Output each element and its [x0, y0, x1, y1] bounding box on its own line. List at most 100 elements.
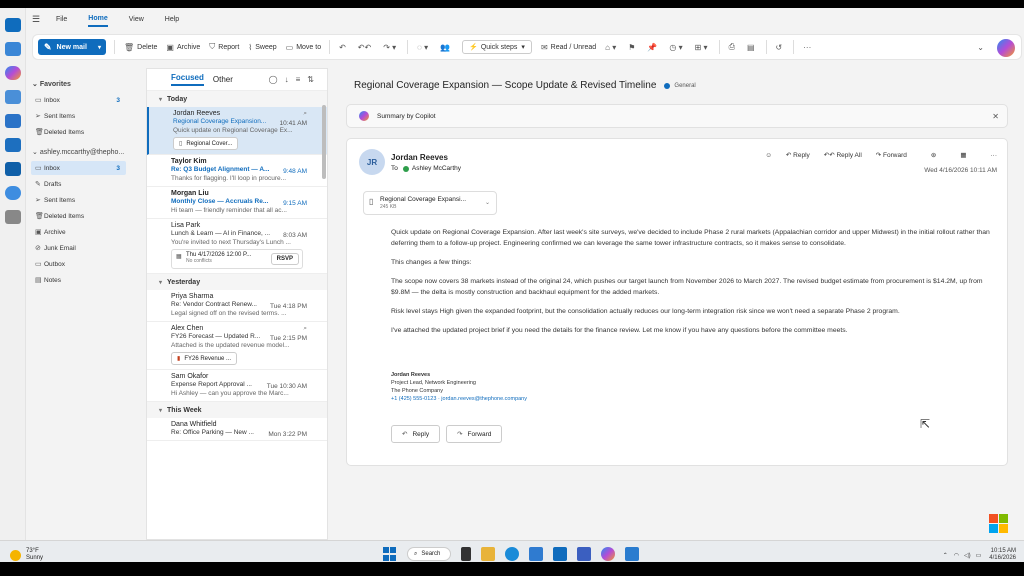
- word-app-icon[interactable]: [5, 138, 21, 152]
- list-item[interactable]: Sam Okafor Expense Report Approval ... T…: [147, 370, 327, 402]
- menu-help[interactable]: Help: [165, 13, 179, 26]
- task-view-icon[interactable]: [461, 547, 471, 561]
- teams-app-icon[interactable]: [5, 162, 21, 176]
- ribbon-collapse-button[interactable]: ⌄: [977, 43, 987, 52]
- list-item[interactable]: Lisa Park Lunch & Learn — AI in Finance,…: [147, 219, 327, 274]
- meeting-button[interactable]: 👥: [440, 43, 453, 52]
- bottom-reply-button[interactable]: ↶ Reply: [391, 425, 441, 443]
- list-tools[interactable]: ◯↓≡⇅: [269, 75, 321, 84]
- reply-all-button[interactable]: ↶↶: [358, 43, 374, 52]
- tag-button[interactable]: ⌂ ▾: [605, 43, 619, 52]
- copilot-summary-bar[interactable]: Summary by Copilot ✕: [346, 104, 1008, 128]
- mail-app-icon[interactable]: [5, 18, 21, 32]
- account-header[interactable]: ⌄ ashley.mccarthy@thepho...: [32, 148, 124, 156]
- speaker-icon[interactable]: ◁): [964, 552, 971, 559]
- menu-view[interactable]: View: [129, 13, 144, 26]
- power-automate-icon[interactable]: [577, 547, 591, 561]
- move-to-button[interactable]: ▭ Move to: [286, 43, 321, 52]
- avatar[interactable]: JR: [359, 149, 385, 175]
- menu-file[interactable]: File: [56, 13, 67, 26]
- forward-button[interactable]: ↷ ▾: [383, 43, 399, 52]
- outlook-taskbar-icon[interactable]: [553, 547, 567, 561]
- bottom-forward-button[interactable]: ↷ Forward: [446, 425, 503, 443]
- fav-deleted-items[interactable]: 🗑 Deleted Items: [31, 125, 126, 139]
- group-header-today[interactable]: ▾ Today: [147, 91, 327, 107]
- chevron-down-icon[interactable]: ▾: [98, 44, 101, 51]
- close-icon[interactable]: ✕: [992, 112, 999, 121]
- reply-button[interactable]: ↶: [339, 43, 349, 52]
- vscode-icon[interactable]: [625, 547, 639, 561]
- more-apps-icon[interactable]: [5, 210, 21, 224]
- file-explorer-icon[interactable]: [481, 547, 495, 561]
- taskbar-clock[interactable]: 10:15 AM 4/16/2026: [989, 548, 1016, 562]
- todo-app-icon[interactable]: [5, 114, 21, 128]
- chevron-up-icon[interactable]: ⌃: [943, 552, 948, 559]
- print-button[interactable]: ⎙: [729, 42, 738, 52]
- sweep-button[interactable]: ⌇ Sweep: [248, 43, 276, 52]
- copilot-icon[interactable]: [997, 39, 1015, 57]
- rules-button[interactable]: ⊞ ▾: [695, 43, 711, 52]
- folder-notes[interactable]: ▤ Notes: [31, 273, 126, 287]
- onedrive-app-icon[interactable]: [5, 186, 21, 200]
- people-app-icon[interactable]: [5, 90, 21, 104]
- menu-home[interactable]: Home: [88, 12, 108, 27]
- list-item[interactable]: Taylor Kim Re: Q3 Budget Alignment — A..…: [147, 155, 327, 187]
- reply-action[interactable]: ↶ Reply: [786, 151, 810, 159]
- list-item[interactable]: Dana Whitfield Re: Office Parking — New …: [147, 418, 327, 441]
- group-header-yesterday[interactable]: ▾ Yesterday: [147, 274, 327, 290]
- list-item[interactable]: Morgan Liu Monthly Close — Accruals Re..…: [147, 187, 327, 219]
- archive-button[interactable]: ▣ Archive: [166, 43, 200, 52]
- taskbar-search[interactable]: ⌕ Search: [407, 547, 451, 561]
- signature-contact[interactable]: +1 (425) 555-0123 · jordan.reeves@thepho…: [391, 395, 527, 403]
- wifi-icon[interactable]: ◠: [954, 552, 959, 559]
- attachment-chip[interactable]: ▯ Regional Coverage Expansi... 245 KB ⌄: [363, 191, 497, 215]
- folder-archive[interactable]: ▣ Archive: [31, 225, 126, 239]
- weather-widget[interactable]: 73°F Sunny: [10, 548, 43, 562]
- list-item[interactable]: Priya Sharma Re: Vendor Contract Renew..…: [147, 290, 327, 322]
- undo-button[interactable]: ↺: [776, 43, 786, 52]
- battery-icon[interactable]: ▭: [976, 552, 982, 559]
- list-scrollbar[interactable]: [322, 105, 326, 179]
- report-button[interactable]: ⛉ Report: [209, 42, 239, 52]
- folder-sent-items[interactable]: ➢ Sent Items: [31, 193, 126, 207]
- more-options-button[interactable]: ···: [803, 43, 814, 52]
- group-header-this-week[interactable]: ▾ This Week: [147, 402, 327, 418]
- attachment-chip[interactable]: ▮ FY26 Revenue ...: [171, 352, 238, 365]
- list-item[interactable]: Alex Chen FY26 Forecast — Updated R... T…: [147, 322, 327, 370]
- folder-drafts[interactable]: ✎ Drafts: [31, 177, 126, 191]
- read-unread-button[interactable]: ✉ Read / Unread: [541, 43, 596, 52]
- windows-start-icon[interactable]: [383, 547, 397, 561]
- forward-action[interactable]: ↷ Forward: [876, 151, 907, 159]
- folder-outbox[interactable]: ▭ Outbox: [31, 257, 126, 271]
- fav-inbox[interactable]: ▭ Inbox 3: [31, 93, 126, 107]
- chevron-down-icon[interactable]: ⌄: [485, 199, 490, 206]
- pin-button[interactable]: 📌: [647, 43, 660, 52]
- fav-sent-items[interactable]: ➢ Sent Items: [31, 109, 126, 123]
- rsvp-button[interactable]: RSVP: [270, 253, 299, 265]
- calendar-app-icon[interactable]: [5, 42, 21, 56]
- flag-button[interactable]: ⚑: [628, 43, 638, 52]
- list-item[interactable]: Jordan Reeves Regional Coverage Expansio…: [147, 107, 327, 155]
- reply-all-action[interactable]: ↶↶ Reply All: [824, 151, 862, 159]
- snooze-button[interactable]: ◷ ▾: [669, 43, 685, 52]
- store-icon[interactable]: [529, 547, 543, 561]
- favorites-header[interactable]: ⌄ Favorites: [32, 80, 71, 88]
- folder-junk-email[interactable]: ⊘ Junk Email: [31, 241, 126, 255]
- tab-other[interactable]: Other: [213, 75, 233, 84]
- new-mail-button[interactable]: ✎ New mail ▾: [38, 39, 106, 55]
- folder-deleted-items[interactable]: 🗑 Deleted Items: [31, 209, 126, 223]
- grid-icon[interactable]: ▦: [960, 151, 966, 159]
- copilot-app-icon[interactable]: [5, 66, 21, 80]
- hamburger-icon[interactable]: ☰: [32, 14, 46, 25]
- more-icon[interactable]: ···: [991, 152, 998, 159]
- quick-steps-button[interactable]: ⚡ Quick steps ▾: [462, 40, 532, 54]
- copilot-action-icon[interactable]: ⊛: [931, 151, 936, 159]
- sender-name[interactable]: Jordan Reeves: [391, 153, 448, 162]
- attachment-chip[interactable]: ▯ Regional Cover...: [173, 137, 239, 150]
- copilot-taskbar-icon[interactable]: [601, 547, 615, 561]
- recipient-name[interactable]: Ashley McCarthy: [412, 165, 461, 172]
- delete-button[interactable]: 🗑 Delete: [124, 43, 157, 52]
- folder-inbox[interactable]: ▭ Inbox 3: [31, 161, 126, 175]
- immersive-reader-button[interactable]: ▤: [747, 43, 758, 52]
- tab-focused[interactable]: Focused: [171, 73, 204, 86]
